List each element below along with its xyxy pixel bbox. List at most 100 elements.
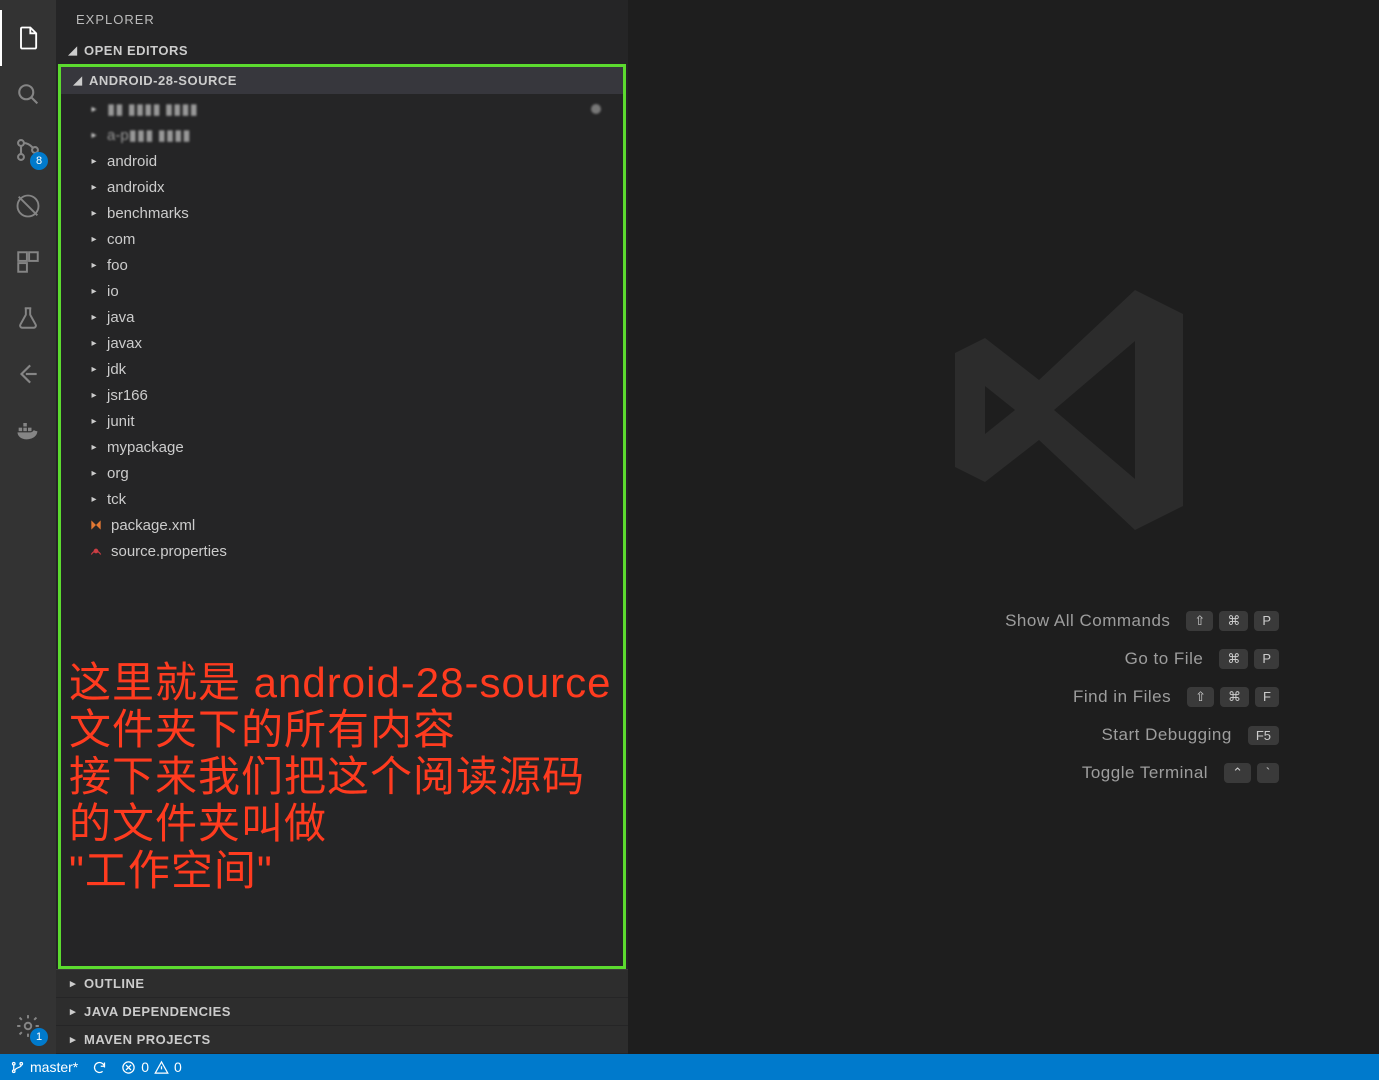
tree-item[interactable]: ▸ javax xyxy=(61,330,623,356)
tree-item[interactable]: ▸ benchmarks xyxy=(61,200,623,226)
tree-item[interactable]: ▸com xyxy=(61,226,623,252)
key: ⇧ xyxy=(1186,611,1213,631)
tree-item[interactable]: ▸io xyxy=(61,278,623,304)
chevron-right-icon: ▸ xyxy=(87,338,101,349)
tree-item-label: mypackage xyxy=(107,439,184,456)
annotation-line: "工作空间" xyxy=(69,847,623,894)
activity-debug[interactable] xyxy=(0,178,56,234)
chevron-right-icon: ▸ xyxy=(87,468,101,479)
command-label: Find in Files xyxy=(1073,687,1171,707)
command-label: Go to File xyxy=(1125,649,1204,669)
command-row: Show All Commands ⇧⌘P xyxy=(628,611,1279,631)
chevron-right-icon: ▸ xyxy=(87,260,101,271)
tree-item[interactable]: ▸ org xyxy=(61,460,623,486)
sync-icon xyxy=(92,1060,107,1075)
tree-item[interactable]: ▸foo xyxy=(61,252,623,278)
warning-count: 0 xyxy=(174,1059,182,1075)
properties-file-icon xyxy=(87,544,105,558)
tree-item[interactable]: ▸android xyxy=(61,148,623,174)
activity-test[interactable] xyxy=(0,290,56,346)
section-open-editors[interactable]: ◢ OPEN EDITORS xyxy=(56,37,628,64)
activity-explorer[interactable] xyxy=(0,10,56,66)
scm-badge: 8 xyxy=(30,152,48,170)
section-project[interactable]: ◢ ANDROID-28-SOURCE xyxy=(61,67,623,94)
keybinding: ⌘P xyxy=(1219,649,1279,669)
tree-item-label: javax xyxy=(107,335,142,352)
tree-item-label: source.properties xyxy=(111,543,227,560)
tree-item[interactable]: ▸a-p▮▮▮ ▮▮▮▮ xyxy=(61,122,623,148)
activity-settings[interactable]: 1 xyxy=(0,998,56,1054)
tree-item-label: java xyxy=(107,309,135,326)
section-maven[interactable]: ▸ MAVEN PROJECTS xyxy=(56,1026,628,1054)
error-count: 0 xyxy=(141,1059,149,1075)
chevron-right-icon: ▸ xyxy=(87,442,101,453)
docker-icon xyxy=(14,416,42,444)
chevron-right-icon: ▸ xyxy=(87,104,101,115)
chevron-right-icon: ▸ xyxy=(87,312,101,323)
section-outline[interactable]: ▸ OUTLINE xyxy=(56,970,628,998)
command-row: Start DebuggingF5 xyxy=(628,725,1279,745)
status-problems[interactable]: 0 0 xyxy=(121,1059,182,1075)
tree-item[interactable]: source.properties xyxy=(61,538,623,564)
tree-item-label: android xyxy=(107,153,157,170)
vscode-watermark-icon xyxy=(919,260,1219,560)
extensions-icon xyxy=(15,249,41,275)
status-branch[interactable]: master* xyxy=(10,1059,78,1075)
tree-item[interactable]: ▸ mypackage xyxy=(61,434,623,460)
chevron-right-icon: ▸ xyxy=(66,1033,80,1046)
sidebar-explorer: EXPLORER ◢ OPEN EDITORS ◢ ANDROID-28-SOU… xyxy=(56,0,628,1054)
tree-item[interactable]: package.xml xyxy=(61,512,623,538)
chevron-right-icon: ▸ xyxy=(87,234,101,245)
status-sync[interactable] xyxy=(92,1060,107,1075)
chevron-right-icon: ▸ xyxy=(87,182,101,193)
command-row: Go to File ⌘P xyxy=(628,649,1279,669)
chevron-right-icon: ▸ xyxy=(66,977,80,990)
files-icon xyxy=(14,24,42,52)
tree-item-label: androidx xyxy=(107,179,165,196)
branch-name: master* xyxy=(30,1059,78,1075)
editor-area: Show All Commands⇧⌘PGo to File⌘PFind in … xyxy=(628,0,1379,1054)
activity-bar: 8 1 xyxy=(0,0,56,1054)
tree-item[interactable]: ▸ androidx xyxy=(61,174,623,200)
tree-item[interactable]: ▸tck xyxy=(61,486,623,512)
annotation-line: 文件夹下的所有内容 xyxy=(69,706,623,753)
chevron-right-icon: ▸ xyxy=(87,364,101,375)
section-label: OUTLINE xyxy=(84,976,145,991)
activity-scm[interactable]: 8 xyxy=(0,122,56,178)
tree-item-label: jdk xyxy=(107,361,126,378)
chevron-down-icon: ◢ xyxy=(66,44,80,57)
command-label: Show All Commands xyxy=(1005,611,1170,631)
section-java-deps[interactable]: ▸ JAVA DEPENDENCIES xyxy=(56,998,628,1026)
git-branch-icon xyxy=(10,1060,25,1075)
chevron-right-icon: ▸ xyxy=(87,390,101,401)
tree-item[interactable]: ▸junit xyxy=(61,408,623,434)
activity-search[interactable] xyxy=(0,66,56,122)
chevron-right-icon: ▸ xyxy=(87,208,101,219)
key: ⌘ xyxy=(1220,687,1249,707)
tree-item[interactable]: ▸▮▮ ▮▮▮▮ ▮▮▮▮ xyxy=(61,96,623,122)
key: P xyxy=(1254,649,1279,669)
key: ` xyxy=(1257,763,1279,783)
key: ⇧ xyxy=(1187,687,1214,707)
file-tree: ▸▮▮ ▮▮▮▮ ▮▮▮▮▸a-p▮▮▮ ▮▮▮▮▸android▸androi… xyxy=(61,94,623,566)
keybinding: ⇧⌘P xyxy=(1186,611,1279,631)
chevron-down-icon: ◢ xyxy=(71,74,85,87)
key: F5 xyxy=(1248,726,1279,745)
sidebar-title: EXPLORER xyxy=(56,0,628,37)
tree-item-label: org xyxy=(107,465,129,482)
chevron-right-icon: ▸ xyxy=(66,1005,80,1018)
tree-item-label: a-p▮▮▮ ▮▮▮▮ xyxy=(107,126,191,144)
activity-extensions[interactable] xyxy=(0,234,56,290)
annotation-line: 这里就是 android-28-source xyxy=(69,659,623,706)
settings-badge: 1 xyxy=(30,1028,48,1046)
tree-item[interactable]: ▸ jdk xyxy=(61,356,623,382)
command-row: Find in Files ⇧ ⌘ F xyxy=(628,687,1279,707)
tree-item[interactable]: ▸jsr166 xyxy=(61,382,623,408)
activity-leetcode[interactable] xyxy=(0,346,56,402)
section-label: MAVEN PROJECTS xyxy=(84,1032,211,1047)
tree-item-label: benchmarks xyxy=(107,205,189,222)
activity-docker[interactable] xyxy=(0,402,56,458)
bug-icon xyxy=(14,192,42,220)
key: F xyxy=(1255,687,1279,707)
tree-item[interactable]: ▸ java xyxy=(61,304,623,330)
